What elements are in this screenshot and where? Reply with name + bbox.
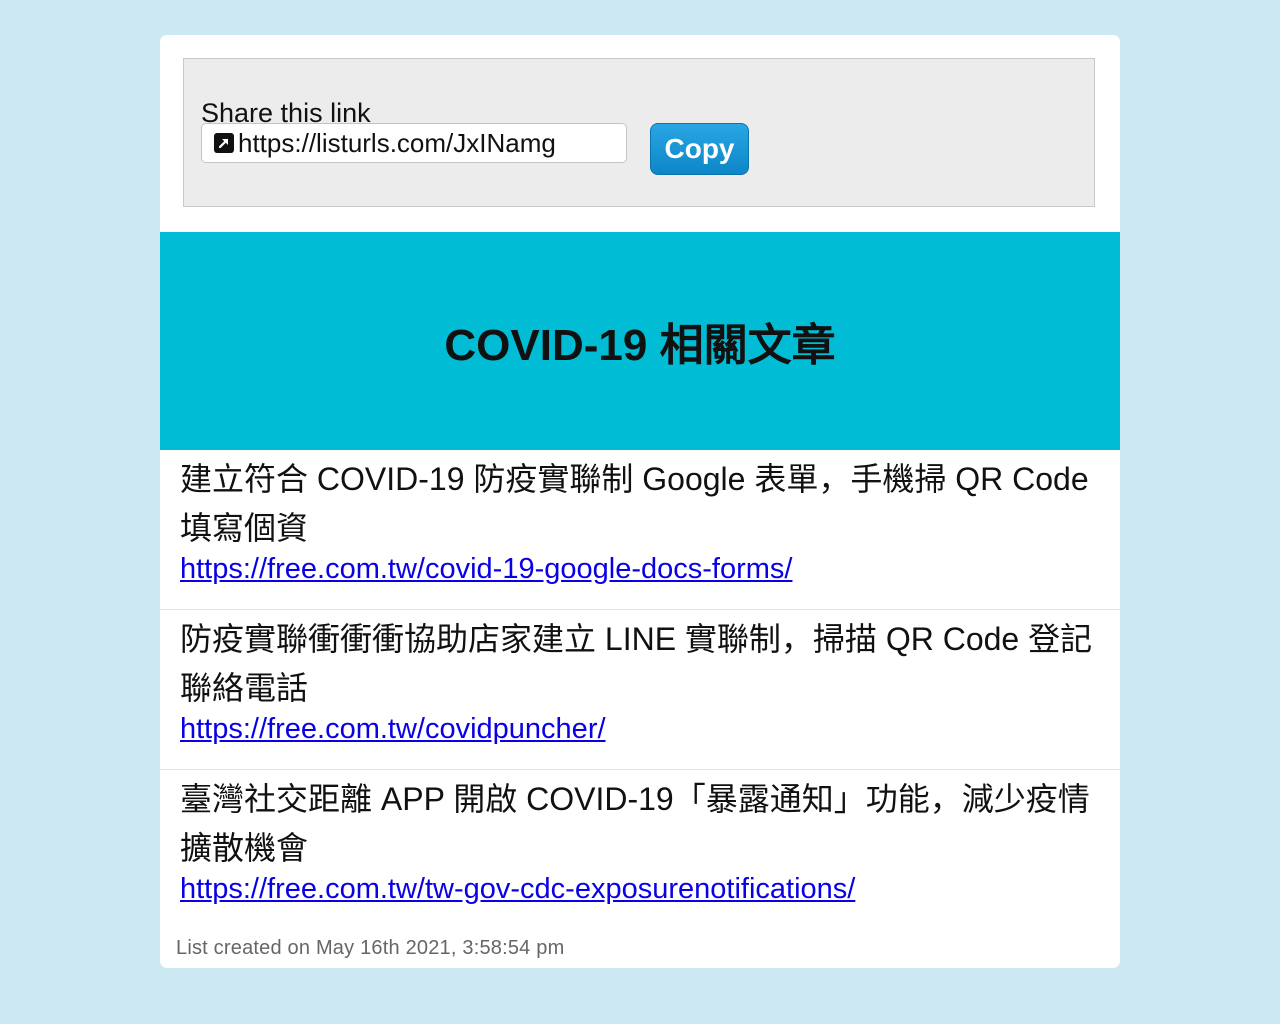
external-link-icon bbox=[214, 133, 234, 153]
copy-button[interactable]: Copy bbox=[650, 123, 749, 175]
list-item-title: 臺灣社交距離 APP 開啟 COVID-19「暴露通知」功能，減少疫情擴散機會 bbox=[180, 781, 1090, 866]
list-banner: COVID-19 相關文章 bbox=[160, 232, 1120, 450]
list-item-link[interactable]: https://free.com.tw/covidpuncher/ bbox=[180, 711, 606, 749]
list-item-title: 防疫實聯衝衝衝協助店家建立 LINE 實聯制，掃描 QR Code 登記聯絡電話 bbox=[180, 621, 1093, 706]
divider bbox=[160, 769, 1120, 770]
list-item: 臺灣社交距離 APP 開啟 COVID-19「暴露通知」功能，減少疫情擴散機會 … bbox=[160, 775, 1120, 909]
list-item: 建立符合 COVID-19 防疫實聯制 Google 表單，手機掃 QR Cod… bbox=[160, 455, 1120, 589]
list-item-title: 建立符合 COVID-19 防疫實聯制 Google 表單，手機掃 QR Cod… bbox=[180, 461, 1089, 546]
share-url-field[interactable]: https://listurls.com/JxINamg bbox=[201, 123, 627, 163]
list-created-timestamp: List created on May 16th 2021, 3:58:54 p… bbox=[176, 937, 565, 959]
page-title: COVID-19 相關文章 bbox=[444, 321, 836, 370]
list-card: Share this link https://listurls.com/JxI… bbox=[160, 35, 1120, 968]
divider bbox=[160, 609, 1120, 610]
share-panel: Share this link https://listurls.com/JxI… bbox=[183, 58, 1095, 207]
share-url-text: https://listurls.com/JxINamg bbox=[238, 127, 556, 158]
list-item: 防疫實聯衝衝衝協助店家建立 LINE 實聯制，掃描 QR Code 登記聯絡電話… bbox=[160, 615, 1120, 749]
list-item-link[interactable]: https://free.com.tw/covid-19-google-docs… bbox=[180, 551, 792, 589]
list-item-link[interactable]: https://free.com.tw/tw-gov-cdc-exposuren… bbox=[180, 871, 855, 909]
